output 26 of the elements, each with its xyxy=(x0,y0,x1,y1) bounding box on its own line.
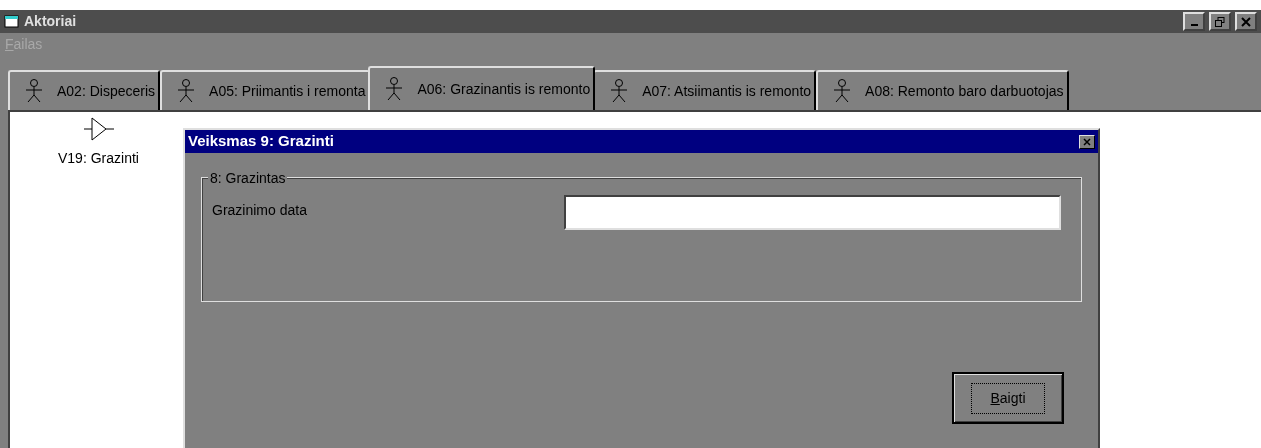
restore-icon xyxy=(1215,16,1225,27)
window-title: Aktoriai xyxy=(24,12,77,31)
stick-figure-icon xyxy=(833,79,852,103)
date-input-field[interactable] xyxy=(564,195,1061,230)
tab[interactable]: A08: Remonto baro darbuotojas xyxy=(816,70,1069,110)
stick-figure-icon xyxy=(385,77,404,101)
close-icon xyxy=(1083,137,1091,146)
tab[interactable]: A06: Grazinantis is remonto xyxy=(368,66,596,110)
diagram-node-label: V19: Grazinti xyxy=(58,149,139,168)
stick-figure-icon xyxy=(610,79,629,103)
close-button[interactable] xyxy=(1079,134,1095,149)
close-icon xyxy=(1241,16,1251,27)
restore-button[interactable] xyxy=(1209,12,1231,31)
stick-figure-icon xyxy=(177,79,196,103)
close-button[interactable] xyxy=(1235,12,1257,31)
tab[interactable]: A07: Atsiimantis is remonto xyxy=(593,70,817,110)
action-symbol-icon xyxy=(81,116,116,142)
window-icon xyxy=(4,14,20,29)
tab[interactable]: A05: Priimantis i remonta xyxy=(160,70,371,110)
stick-figure-icon xyxy=(25,79,43,103)
field-label: Grazinimo data xyxy=(212,201,308,220)
minimize-icon xyxy=(1190,23,1198,26)
tab[interactable]: A02: Dispeceris xyxy=(8,70,161,110)
dialog-title: Veiksmas 9: Grazinti xyxy=(188,131,334,152)
minimize-button[interactable] xyxy=(1183,12,1205,31)
finish-button[interactable]: Baigti xyxy=(952,372,1064,424)
